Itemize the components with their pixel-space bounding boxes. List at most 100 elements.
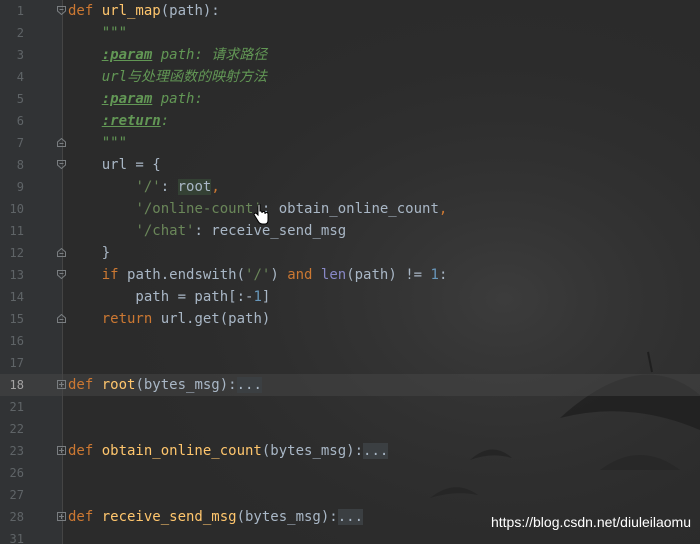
code-token: def — [68, 443, 102, 459]
code-token: , — [438, 201, 448, 217]
code-line[interactable]: 16 — [0, 330, 700, 352]
hand-pointer-icon — [253, 203, 269, 230]
fold-close-icon[interactable] — [57, 248, 66, 257]
code-line[interactable]: 21 — [0, 396, 700, 418]
code-line[interactable]: 7 """ — [0, 132, 700, 154]
code-line[interactable]: 5 :param path: — [0, 88, 700, 110]
code-line[interactable]: 2 """ — [0, 22, 700, 44]
code-token: path: — [152, 91, 203, 107]
fold-close-icon[interactable] — [57, 138, 66, 147]
code-line[interactable]: 31 — [0, 528, 700, 544]
code-token: (bytes_msg): — [236, 509, 338, 525]
line-number: 16 — [9, 334, 24, 348]
code-token: path: 请求路径 — [152, 47, 268, 63]
code-token: return — [101, 311, 161, 327]
line-number: 7 — [16, 136, 24, 150]
code-text: path = path[:-1] — [68, 286, 270, 308]
line-number: 1 — [16, 4, 24, 18]
code-token: : — [160, 179, 178, 195]
code-text: """ — [68, 132, 127, 154]
code-token: (bytes_msg): — [261, 443, 364, 459]
code-line[interactable]: 22 — [0, 418, 700, 440]
code-line[interactable]: 1 def url_map(path): — [0, 0, 700, 22]
code-line[interactable]: 6 :return: — [0, 110, 700, 132]
line-number: 3 — [16, 48, 24, 62]
fold-expand-icon[interactable] — [57, 446, 66, 455]
code-line[interactable]: 27 — [0, 484, 700, 506]
fold-expand-icon[interactable] — [57, 512, 66, 521]
code-line[interactable]: 9 '/': root, — [0, 176, 700, 198]
code-token: url_map — [101, 3, 161, 19]
code-line[interactable]: 14 path = path[:-1] — [0, 286, 700, 308]
code-token: :param — [101, 91, 153, 107]
code-token: '/' — [135, 179, 161, 195]
fold-expand-icon[interactable] — [57, 380, 66, 389]
code-text: def receive_send_msg(bytes_msg):... — [68, 506, 364, 528]
code-line[interactable]: 3 :param path: 请求路径 — [0, 44, 700, 66]
code-token: url与处理函数的映射方法 — [68, 69, 268, 85]
code-token: } — [68, 245, 111, 261]
code-text: '/chat': receive_send_msg — [68, 220, 346, 242]
line-number: 17 — [9, 356, 24, 370]
line-number: 12 — [9, 246, 24, 260]
code-line[interactable]: 10 '/online-count': obtain_online_count, — [0, 198, 700, 220]
code-token: def — [68, 509, 102, 525]
watermark: https://blog.csdn.net/diuleilaomu — [490, 514, 691, 530]
code-token: def — [68, 377, 102, 393]
line-number: 5 — [16, 92, 24, 106]
code-text: :param path: — [68, 88, 203, 110]
code-line[interactable]: 17 — [0, 352, 700, 374]
code-line[interactable]: 15 return url.get(path) — [0, 308, 700, 330]
folded-code-placeholder[interactable]: ... — [337, 509, 364, 525]
folded-code-placeholder[interactable]: ... — [363, 443, 389, 459]
code-token: 1 — [253, 289, 262, 305]
code-line[interactable]: 12 } — [0, 242, 700, 264]
folded-code-placeholder[interactable]: ... — [236, 377, 262, 393]
code-line[interactable]: 23 def obtain_online_count(bytes_msg):... — [0, 440, 700, 462]
code-token: (path): — [160, 3, 220, 19]
code-line[interactable]: 11 '/chat': receive_send_msg — [0, 220, 700, 242]
code-text: """ — [68, 22, 127, 44]
line-number: 21 — [9, 400, 24, 414]
code-token: : receive_send_msg — [194, 223, 347, 239]
code-editor[interactable]: 1 def url_map(path): 2 """ 3 :param path: 请… — [0, 0, 700, 544]
line-number: 15 — [9, 312, 24, 326]
code-text: def obtain_online_count(bytes_msg):... — [68, 440, 389, 462]
fold-open-icon[interactable] — [57, 6, 66, 15]
code-line[interactable]: 18 def root(bytes_msg):... — [0, 374, 700, 396]
code-line[interactable]: 4 url与处理函数的映射方法 — [0, 66, 700, 88]
fold-open-icon[interactable] — [57, 270, 66, 279]
code-token: : — [438, 267, 448, 283]
line-number: 11 — [9, 224, 24, 238]
code-line[interactable]: 8 url = { — [0, 154, 700, 176]
code-token: if — [101, 267, 128, 283]
line-number: 13 — [9, 268, 24, 282]
code-token: """ — [68, 135, 128, 151]
line-number: 6 — [16, 114, 24, 128]
code-line[interactable]: 26 — [0, 462, 700, 484]
code-token: , — [211, 179, 220, 195]
code-token: url.get(path) — [160, 311, 271, 327]
code-token: receive_send_msg — [101, 509, 237, 525]
code-line[interactable]: 13 if path.endswith('/') and len(path) !… — [0, 264, 700, 286]
code-token: '/online-count' — [135, 201, 262, 217]
line-number: 9 — [16, 180, 24, 194]
fold-open-icon[interactable] — [57, 160, 66, 169]
line-number: 4 — [16, 70, 24, 84]
code-token: 1 — [430, 267, 439, 283]
fold-close-icon[interactable] — [57, 314, 66, 323]
code-text: url与处理函数的映射方法 — [68, 66, 267, 88]
code-token: root — [177, 179, 212, 195]
code-token: """ — [68, 25, 128, 41]
code-token: (bytes_msg): — [135, 377, 237, 393]
code-token: ] — [261, 289, 271, 305]
code-text: } — [68, 242, 110, 264]
line-number: 10 — [9, 202, 24, 216]
line-number: 23 — [9, 444, 24, 458]
